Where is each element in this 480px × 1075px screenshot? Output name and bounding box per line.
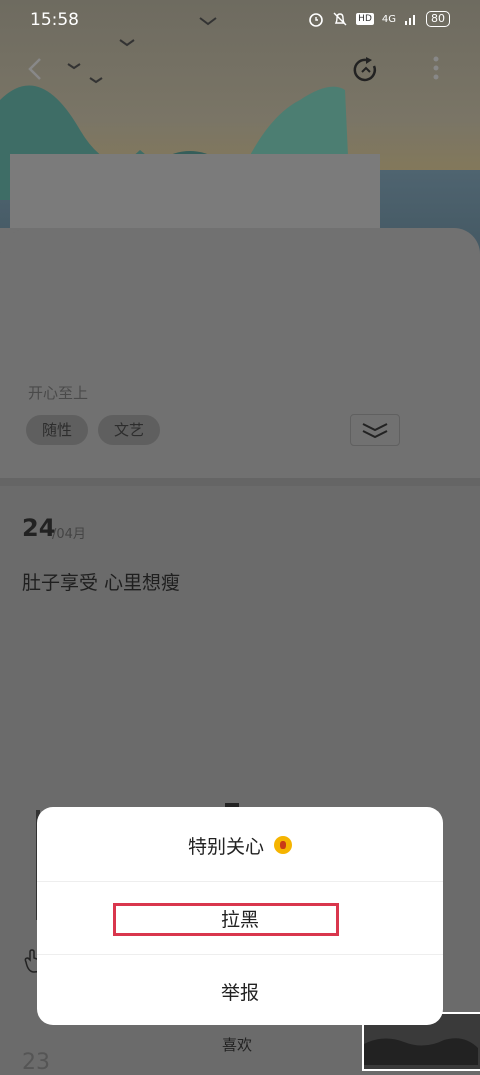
highlight-box xyxy=(113,903,339,936)
crown-emoji-icon xyxy=(274,836,292,854)
alarm-icon xyxy=(309,13,323,27)
back-arrow-icon[interactable] xyxy=(24,56,50,82)
report-label: 举报 xyxy=(220,981,259,1004)
status-bar: 15:58 HD 4G 80 xyxy=(0,0,480,42)
special-care-option[interactable]: 特别关心 xyxy=(37,809,443,881)
network-type: 4G xyxy=(381,13,396,25)
hd-badge: HD xyxy=(356,13,374,25)
share-refresh-icon[interactable] xyxy=(352,56,380,84)
post-text: 肚子享受 心里想瘦 xyxy=(22,572,181,594)
report-option[interactable]: 举报 xyxy=(37,955,443,1027)
battery-indicator: 80 xyxy=(426,11,450,27)
more-options-icon[interactable] xyxy=(424,54,448,84)
status-time: 15:58 xyxy=(30,10,79,30)
action-sheet: 特别关心 拉黑 举报 xyxy=(37,807,443,1025)
expand-button[interactable] xyxy=(350,414,400,446)
tag-chip[interactable]: 随性 xyxy=(26,415,89,445)
partial-count: 23 xyxy=(22,1050,50,1075)
section-divider xyxy=(0,478,480,486)
post-date-month: /04月 xyxy=(52,527,86,542)
special-care-label: 特别关心 xyxy=(187,835,264,858)
tag-chip[interactable]: 文艺 xyxy=(98,415,161,445)
double-chevron-down-icon xyxy=(362,423,388,439)
profile-bio: 开心至上 xyxy=(28,384,89,402)
mute-bell-icon xyxy=(333,12,347,26)
post-date-day: 24 xyxy=(22,514,56,542)
signal-icon xyxy=(405,15,415,25)
status-icons: HD 4G 80 xyxy=(308,11,450,27)
like-label[interactable]: 喜欢 xyxy=(222,1034,252,1055)
